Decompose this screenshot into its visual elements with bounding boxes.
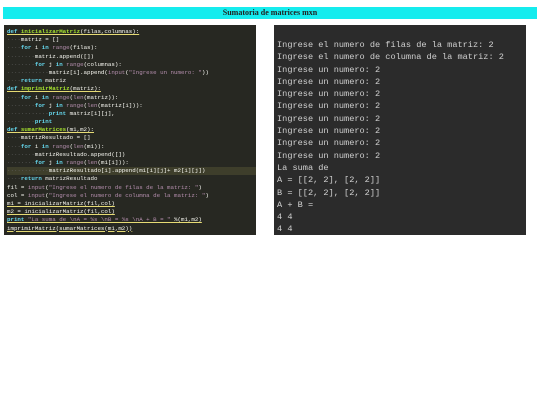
code-line: print "La suma de \nA = %s \nB = %s \nA … [7, 216, 202, 224]
console-line: 4 4 [277, 224, 293, 235]
code-line: ········print [7, 118, 53, 126]
console-line: A + B = [277, 199, 314, 210]
code-line: m2 = inicializarMatriz(fil,col) [7, 208, 115, 216]
code-line: ····return matriz [7, 77, 67, 85]
code-line: ········for j in range(len(matriz[i])): [7, 101, 143, 109]
code-line: ········matrizResultado.append([]) [7, 150, 126, 158]
console-line: La suma de [277, 162, 329, 173]
console-line: 4 4 [277, 212, 293, 223]
console-line: Ingrese un numero: 2 [277, 64, 381, 75]
console-output: Ingrese el numero de filas de la matriz:… [274, 25, 526, 235]
code-line: ········for j in range(columnas): [7, 60, 122, 68]
code-line: ············matrizResultado[i].append(m1… [7, 167, 256, 176]
console-line: Ingrese un numero: 2 [277, 76, 381, 87]
code-line: def imprimirMatriz(matriz): [7, 85, 101, 93]
code-line: imprimirMatriz(sumarMatrices(m1,m2)) [7, 224, 133, 232]
page-title: Sumatoria de matrices mxn [3, 7, 537, 19]
code-line: ············matriz[i].append(input("Ingr… [7, 68, 209, 76]
code-editor[interactable]: def inicializarMatriz(filas,columnas): ··… [4, 25, 256, 235]
code-line: ····for i in range(filas): [7, 44, 98, 52]
code-line: ····for i in range(len(matriz)): [7, 93, 119, 101]
code-line: ········for j in range(len(m1[i])): [7, 159, 129, 166]
code-line: fil = input("Ingrese el numero de filas … [7, 183, 202, 191]
console-line: Ingrese el numero de columna de la matri… [277, 52, 504, 63]
console-line: A = [[2, 2], [2, 2]] [277, 175, 381, 186]
code-line: def inicializarMatriz(filas,columnas): [7, 28, 140, 35]
console-line: Ingrese un numero: 2 [277, 138, 381, 149]
console-line: Ingrese un numero: 2 [277, 89, 381, 100]
code-line: ····return matrizResultado [7, 175, 98, 183]
code-line: m1 = inicializarMatriz(fil,col) [7, 199, 115, 207]
console-line: Ingrese un numero: 2 [277, 113, 381, 124]
code-line: ····matrizResultado = [] [7, 134, 91, 142]
console-line: B = [[2, 2], [2, 2]] [277, 187, 381, 198]
code-line: col = input("Ingrese el numero de column… [7, 191, 209, 199]
console-line: Ingrese un numero: 2 [277, 126, 381, 137]
console-line: Ingrese el numero de filas de la matriz:… [277, 40, 494, 50]
code-line: ····for i in range(len(m1)): [7, 142, 105, 150]
code-line: ····matriz = [] [7, 36, 60, 44]
console-line: Ingrese un numero: 2 [277, 150, 381, 161]
code-line: ········matriz.append([]) [7, 52, 94, 60]
code-line: ············print matriz[i][j], [7, 109, 115, 117]
console-line: Ingrese un numero: 2 [277, 101, 381, 112]
code-line: def sumarMatrices(m1,m2): [7, 126, 94, 134]
